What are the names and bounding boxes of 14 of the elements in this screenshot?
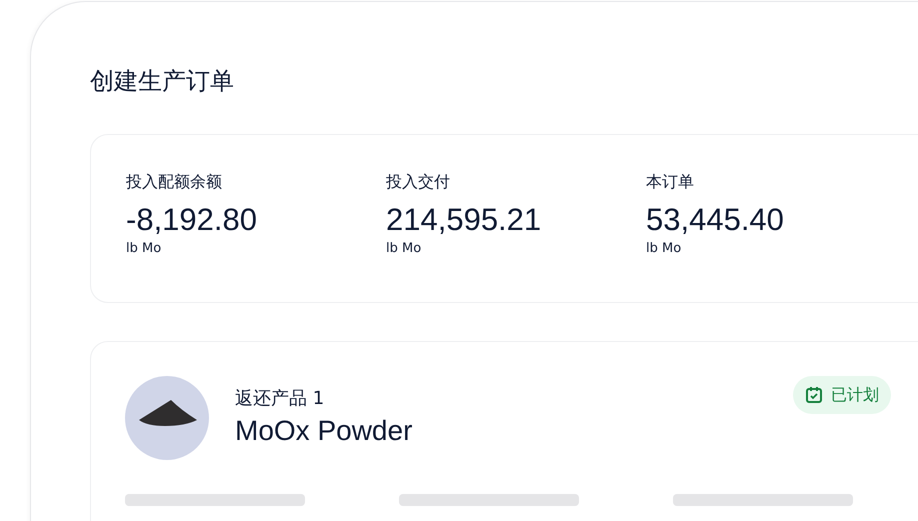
stat-unit: lb Mo: [126, 241, 162, 257]
stat-label: 投入交付: [386, 171, 451, 193]
stat-value: -8,192.80: [126, 201, 258, 239]
stat-label: 本订单: [646, 171, 695, 193]
stat-unit: lb Mo: [386, 241, 422, 257]
product-label: 返还产品 1: [235, 387, 326, 411]
calendar-check-icon: [805, 386, 823, 404]
stat-unit: lb Mo: [646, 241, 682, 257]
stat-value: 214,595.21: [386, 201, 542, 239]
product-name: MoOx Powder: [235, 414, 414, 448]
page-title: 创建生产订单: [90, 66, 235, 97]
stat-value: 53,445.40: [646, 201, 785, 239]
status-badge: 已计划: [793, 376, 891, 414]
stat-label: 投入配额余额: [126, 171, 223, 193]
